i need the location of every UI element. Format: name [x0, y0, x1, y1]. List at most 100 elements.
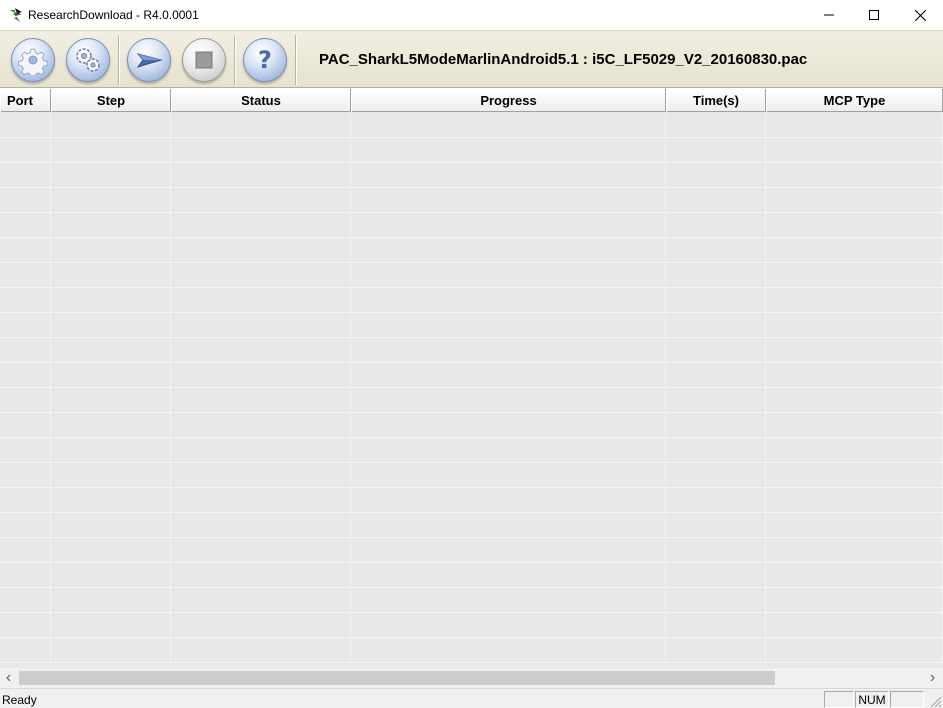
load-packet-button[interactable] — [11, 38, 55, 82]
table-cell — [51, 638, 171, 662]
table-row[interactable] — [0, 238, 943, 263]
table-row[interactable] — [0, 588, 943, 613]
table-cell — [171, 213, 351, 237]
column-header-time[interactable]: Time(s) — [666, 89, 766, 112]
table-cell — [766, 588, 943, 612]
scrollbar-thumb[interactable] — [19, 671, 775, 685]
scroll-right-button[interactable]: › — [924, 668, 941, 688]
settings-button[interactable] — [66, 38, 110, 82]
table-row[interactable] — [0, 613, 943, 638]
table-cell — [666, 288, 766, 312]
table-row[interactable] — [0, 488, 943, 513]
status-pane-caps — [824, 691, 854, 708]
table-row[interactable] — [0, 538, 943, 563]
column-header-port[interactable]: Port — [0, 89, 51, 112]
table-cell — [351, 363, 666, 387]
table-cell — [0, 263, 51, 287]
scroll-left-button[interactable]: ‹ — [0, 668, 17, 688]
table-cell — [0, 163, 51, 187]
table-row[interactable] — [0, 113, 943, 138]
table-cell — [766, 263, 943, 287]
table-cell — [351, 638, 666, 662]
table-cell — [766, 488, 943, 512]
table-cell — [0, 513, 51, 537]
table-row[interactable] — [0, 638, 943, 663]
table-row[interactable] — [0, 513, 943, 538]
table-cell — [766, 113, 943, 137]
table-row[interactable] — [0, 288, 943, 313]
table-row[interactable] — [0, 563, 943, 588]
table-cell — [666, 438, 766, 462]
table-cell — [666, 563, 766, 587]
column-header-step[interactable]: Step — [51, 89, 171, 112]
table-cell — [351, 513, 666, 537]
table-row[interactable] — [0, 463, 943, 488]
table-cell — [766, 563, 943, 587]
table-cell — [666, 513, 766, 537]
help-button[interactable]: ? — [243, 38, 287, 82]
table-cell — [51, 613, 171, 637]
table-cell — [0, 113, 51, 137]
minimize-button[interactable] — [806, 0, 852, 30]
table-cell — [0, 363, 51, 387]
close-button[interactable] — [897, 0, 943, 30]
table-cell — [171, 613, 351, 637]
table-row[interactable] — [0, 388, 943, 413]
table-cell — [766, 213, 943, 237]
table-cell — [51, 338, 171, 362]
maximize-button[interactable] — [851, 0, 897, 30]
stop-download-button[interactable] — [182, 38, 226, 82]
table-cell — [351, 413, 666, 437]
table-cell — [51, 588, 171, 612]
horizontal-scrollbar[interactable]: ‹ › — [0, 668, 943, 688]
table-cell — [0, 488, 51, 512]
table-row[interactable] — [0, 213, 943, 238]
table-cell — [51, 488, 171, 512]
table-cell — [0, 413, 51, 437]
table-row[interactable] — [0, 188, 943, 213]
table-cell — [51, 313, 171, 337]
start-download-button[interactable] — [127, 38, 171, 82]
research-download-icon — [10, 8, 22, 22]
table-cell — [51, 188, 171, 212]
table-row[interactable] — [0, 438, 943, 463]
column-header-mcp-type[interactable]: MCP Type — [766, 89, 943, 112]
port-list[interactable]: Port Step Status Progress Time(s) MCP Ty… — [0, 89, 943, 668]
table-cell — [351, 338, 666, 362]
column-header-status[interactable]: Status — [171, 89, 351, 112]
table-row[interactable] — [0, 338, 943, 363]
table-cell — [171, 188, 351, 212]
status-pane-num: NUM — [855, 691, 889, 708]
table-cell — [51, 238, 171, 262]
table-cell — [171, 513, 351, 537]
table-cell — [171, 288, 351, 312]
table-cell — [666, 613, 766, 637]
resize-grip-icon[interactable] — [928, 694, 942, 708]
table-cell — [0, 463, 51, 487]
table-cell — [0, 613, 51, 637]
table-row[interactable] — [0, 363, 943, 388]
table-row[interactable] — [0, 138, 943, 163]
table-cell — [51, 438, 171, 462]
table-cell — [351, 163, 666, 187]
table-cell — [666, 538, 766, 562]
toolbar-separator — [295, 35, 297, 85]
table-cell — [51, 463, 171, 487]
table-cell — [51, 263, 171, 287]
table-cell — [0, 188, 51, 212]
table-cell — [171, 238, 351, 262]
table-row[interactable] — [0, 413, 943, 438]
table-row[interactable] — [0, 313, 943, 338]
table-cell — [766, 438, 943, 462]
table-cell — [666, 263, 766, 287]
column-header-progress[interactable]: Progress — [351, 89, 666, 112]
table-cell — [171, 463, 351, 487]
table-cell — [666, 363, 766, 387]
table-cell — [51, 213, 171, 237]
table-cell — [666, 638, 766, 662]
table-row[interactable] — [0, 163, 943, 188]
table-cell — [351, 113, 666, 137]
window-title: ResearchDownload - R4.0.0001 — [28, 8, 199, 22]
table-cell — [766, 163, 943, 187]
table-row[interactable] — [0, 263, 943, 288]
